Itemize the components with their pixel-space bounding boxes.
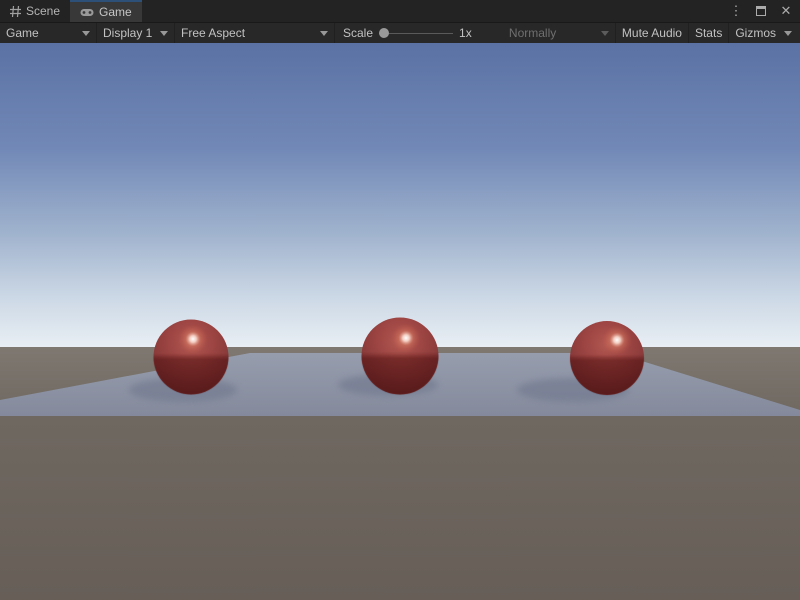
display-label: Display 1 — [103, 26, 152, 40]
red-sphere-1 — [154, 320, 229, 395]
tab-bar: Scene Game ⋮ ✕ — [0, 0, 800, 22]
view-mode-label: Game — [6, 26, 39, 40]
view-mode-dropdown[interactable]: Game — [0, 23, 96, 43]
stats-button[interactable]: Stats — [688, 23, 728, 43]
play-mode-label: Normally — [509, 26, 556, 40]
sphere-3-highlight — [602, 325, 632, 355]
scale-slider-track[interactable] — [379, 33, 453, 35]
sky — [0, 43, 800, 348]
maximize-icon[interactable] — [756, 6, 766, 16]
chevron-down-icon — [82, 31, 90, 36]
game-view-toolbar: Game Display 1 Free Aspect Scale 1x Norm… — [0, 22, 800, 43]
window-controls: ⋮ ✕ — [728, 0, 794, 22]
chevron-down-icon — [160, 31, 168, 36]
aspect-ratio-dropdown[interactable]: Free Aspect — [174, 23, 334, 43]
gamepad-icon — [80, 8, 94, 17]
ground-near — [0, 415, 800, 600]
gizmos-label: Gizmos — [735, 26, 776, 40]
tab-scene-label: Scene — [26, 4, 60, 18]
scale-value: 1x — [459, 26, 472, 40]
aspect-ratio-label: Free Aspect — [181, 26, 245, 40]
game-viewport[interactable] — [0, 43, 800, 600]
red-sphere-3 — [570, 321, 644, 395]
scale-label: Scale — [343, 26, 373, 40]
tab-game-label: Game — [99, 5, 132, 19]
tab-scene[interactable]: Scene — [0, 0, 70, 22]
play-mode-dropdown[interactable]: Normally — [503, 23, 615, 43]
scene-render — [0, 43, 800, 600]
toolbar-spacer — [480, 23, 503, 43]
display-dropdown[interactable]: Display 1 — [96, 23, 174, 43]
close-icon[interactable]: ✕ — [778, 0, 794, 22]
sphere-1-highlight — [178, 324, 208, 354]
scale-control: Scale 1x — [334, 23, 480, 43]
red-sphere-2 — [362, 318, 439, 395]
scale-slider[interactable] — [379, 27, 453, 39]
chevron-down-icon — [601, 31, 609, 36]
sphere-2-highlight — [391, 323, 421, 353]
scale-slider-knob[interactable] — [379, 28, 389, 38]
mute-audio-label: Mute Audio — [622, 26, 682, 40]
stats-label: Stats — [695, 26, 722, 40]
tab-game[interactable]: Game — [70, 0, 142, 22]
panel-menu-icon[interactable]: ⋮ — [728, 0, 744, 22]
mute-audio-button[interactable]: Mute Audio — [615, 23, 688, 43]
unity-game-panel: Scene Game ⋮ ✕ Game Display 1 — [0, 0, 800, 600]
scene-grid-icon — [10, 6, 21, 17]
gizmos-dropdown[interactable]: Gizmos — [728, 23, 800, 43]
chevron-down-icon — [784, 31, 792, 36]
chevron-down-icon — [320, 31, 328, 36]
